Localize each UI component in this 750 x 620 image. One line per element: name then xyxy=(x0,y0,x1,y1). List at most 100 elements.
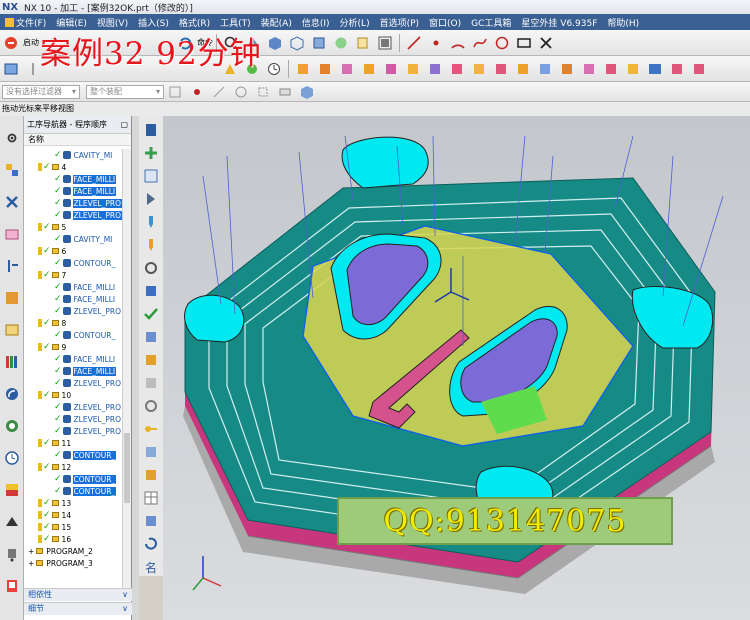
group-row[interactable]: ✓ 14 xyxy=(24,509,122,521)
assembly-scope-dropdown[interactable]: 整个装配 ▾ xyxy=(86,84,164,99)
program-order-view-icon[interactable] xyxy=(142,121,160,139)
table-icon[interactable] xyxy=(142,489,160,507)
system-materials-icon[interactable] xyxy=(2,480,22,500)
operation-icon[interactable] xyxy=(360,60,378,78)
gear-icon[interactable] xyxy=(2,128,22,148)
spline-icon[interactable] xyxy=(471,34,489,52)
report-icon[interactable] xyxy=(2,576,22,596)
operation-icon[interactable] xyxy=(142,282,160,300)
rectangle-icon[interactable] xyxy=(515,34,533,52)
operation-icon[interactable] xyxy=(426,60,444,78)
program-row[interactable]: + PROGRAM_3 xyxy=(24,557,122,569)
snap-icon[interactable] xyxy=(276,83,294,101)
generate-toolpath-icon[interactable] xyxy=(221,60,239,78)
group-row[interactable]: ✓ 8 xyxy=(24,317,122,329)
cube-view-icon[interactable] xyxy=(298,83,316,101)
operation-row[interactable]: ✓ ZLEVEL_PRO xyxy=(24,377,122,389)
gear-icon[interactable] xyxy=(142,397,160,415)
graphics-window[interactable]: QQ:913147075 xyxy=(163,116,750,620)
operation-row[interactable]: ✓ ZLEVEL_PRO xyxy=(24,401,122,413)
operation-icon[interactable] xyxy=(558,60,576,78)
cube-icon[interactable] xyxy=(310,34,328,52)
snap-icon[interactable] xyxy=(232,83,250,101)
geometry-icon[interactable] xyxy=(2,224,22,244)
dependencies-panel[interactable]: 相依性 ∨ xyxy=(24,588,132,601)
group-row[interactable]: ✓ 13 xyxy=(24,497,122,509)
operation-row[interactable]: ✓ FACE_MILLI xyxy=(24,293,122,305)
arc-icon[interactable] xyxy=(449,34,467,52)
operation-icon[interactable] xyxy=(580,60,598,78)
operation-icon[interactable] xyxy=(668,60,686,78)
part-navigator-icon[interactable] xyxy=(2,288,22,308)
menu-preferences[interactable]: 首选项(P) xyxy=(375,16,424,29)
group-row[interactable]: ✓ 5 xyxy=(24,221,122,233)
tool-icon[interactable] xyxy=(142,213,160,231)
menu-info[interactable]: 信息(I) xyxy=(297,16,335,29)
history-palette-icon[interactable] xyxy=(2,416,22,436)
operation-icon[interactable] xyxy=(448,60,466,78)
operation-row[interactable]: ✓ FACE_MILLI xyxy=(24,281,122,293)
menu-assembly[interactable]: 装配(A) xyxy=(256,16,297,29)
menu-insert[interactable]: 插入(S) xyxy=(133,16,174,29)
checkmark-icon[interactable] xyxy=(142,305,160,323)
operation-icon[interactable] xyxy=(602,60,620,78)
create-tool-icon[interactable] xyxy=(24,60,42,78)
group-row[interactable]: ✓ 15 xyxy=(24,521,122,533)
operation-row[interactable]: ✓ ZLEVEL_PRO xyxy=(24,197,122,209)
create-program-icon[interactable] xyxy=(2,60,20,78)
group-row[interactable]: ✓ 4 xyxy=(24,161,122,173)
key-icon[interactable] xyxy=(142,420,160,438)
operation-row[interactable]: ✓ CONTOUR_ xyxy=(24,473,122,485)
operation-row[interactable]: ✓ CONTOUR_ xyxy=(24,257,122,269)
navigator-scrollbar[interactable] xyxy=(122,149,131,589)
snap-icon[interactable] xyxy=(254,83,272,101)
operation-row[interactable]: ✓ ZLEVEL_PRO xyxy=(24,305,122,317)
operation-icon[interactable] xyxy=(142,351,160,369)
command-finder-label[interactable]: 命令 xyxy=(197,37,213,48)
menu-analysis[interactable]: 分析(L) xyxy=(335,16,375,29)
group-row[interactable]: ✓ 11 xyxy=(24,437,122,449)
operation-icon[interactable] xyxy=(404,60,422,78)
operation-icon[interactable] xyxy=(316,60,334,78)
operation-icon[interactable] xyxy=(294,60,312,78)
wireframe-icon[interactable] xyxy=(288,34,306,52)
operation-icon[interactable] xyxy=(142,443,160,461)
operation-icon[interactable] xyxy=(142,466,160,484)
tool-icon[interactable] xyxy=(2,256,22,276)
group-row[interactable]: ✓ 7 xyxy=(24,269,122,281)
selection-filter-dropdown[interactable]: 没有选择过滤器 ▾ xyxy=(2,84,80,99)
clock-icon[interactable] xyxy=(265,60,283,78)
web-browser-icon[interactable] xyxy=(2,384,22,404)
operation-icon[interactable] xyxy=(142,512,160,530)
rename-icon[interactable]: 名 xyxy=(142,558,160,576)
gear-icon[interactable] xyxy=(142,259,160,277)
menu-tools[interactable]: 工具(T) xyxy=(215,16,256,29)
operation-navigator-icon[interactable] xyxy=(2,160,22,180)
column-header-name[interactable]: 名称 xyxy=(24,134,131,146)
expand-icon[interactable]: + xyxy=(28,547,34,556)
operation-icon[interactable] xyxy=(492,60,510,78)
menu-gc-toolbox[interactable]: GC工具箱 xyxy=(466,16,516,29)
operation-row[interactable]: ✓ FACE_MILLI xyxy=(24,173,122,185)
snap-icon[interactable] xyxy=(210,83,228,101)
maximize-icon[interactable]: ▢ xyxy=(120,120,128,129)
robot-icon[interactable] xyxy=(2,544,22,564)
snap-point-icon[interactable] xyxy=(188,83,206,101)
operation-icon[interactable] xyxy=(514,60,532,78)
point-icon[interactable] xyxy=(427,34,445,52)
menu-window[interactable]: 窗口(O) xyxy=(424,16,466,29)
group-row[interactable]: ✓ 10 xyxy=(24,389,122,401)
operation-icon[interactable] xyxy=(142,374,160,392)
machine-tool-icon[interactable] xyxy=(2,192,22,212)
expand-icon[interactable]: + xyxy=(28,559,34,568)
operation-row[interactable]: ✓ ZLEVEL_PRO xyxy=(24,209,122,221)
machine-view-icon[interactable] xyxy=(142,144,160,162)
operation-icon[interactable] xyxy=(338,60,356,78)
operation-row[interactable]: ✓ ZLEVEL_PRO xyxy=(24,413,122,425)
group-row[interactable]: ✓ 6 xyxy=(24,245,122,257)
details-panel[interactable]: 细节 ∨ xyxy=(24,602,132,615)
operation-row[interactable]: ✓ CAVITY_MI xyxy=(24,149,122,161)
refresh-icon[interactable] xyxy=(142,535,160,553)
method-view-icon[interactable] xyxy=(142,190,160,208)
book-icon[interactable] xyxy=(646,60,664,78)
